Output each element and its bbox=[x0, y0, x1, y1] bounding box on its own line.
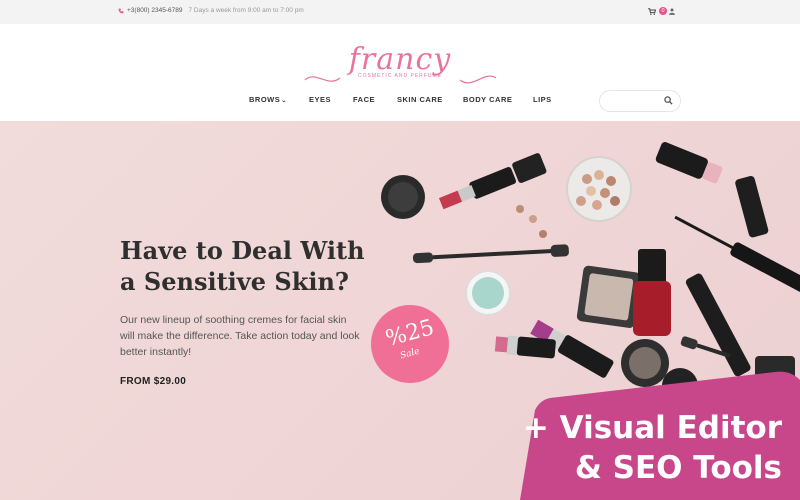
eyeliner-icon bbox=[685, 273, 751, 377]
pearl-icon bbox=[529, 215, 537, 223]
phone-number[interactable]: +3(800) 2345-6789 bbox=[127, 7, 182, 14]
nav-item-lips[interactable]: LIPS bbox=[533, 95, 552, 104]
search-icon[interactable] bbox=[664, 96, 673, 105]
site-logo[interactable]: francy COSMETIC AND PERFUME bbox=[300, 42, 500, 84]
phone-icon bbox=[118, 8, 124, 13]
cart-icon bbox=[648, 7, 656, 15]
nav-item-eyes[interactable]: EYES bbox=[309, 95, 331, 104]
nav-item-body-care[interactable]: BODY CARE bbox=[463, 95, 512, 104]
lip-gloss-icon bbox=[655, 142, 723, 184]
concealer-icon bbox=[735, 176, 769, 238]
nav-item-brows[interactable]: BROWS⌄ bbox=[249, 95, 287, 104]
site-header: francy COSMETIC AND PERFUME BROWS⌄ EYES … bbox=[0, 24, 800, 121]
user-icon[interactable] bbox=[669, 8, 675, 15]
sale-badge: %25 Sale bbox=[371, 305, 449, 383]
pearl-icon bbox=[516, 205, 524, 213]
search-input[interactable] bbox=[608, 95, 663, 107]
business-hours: 7 Days a week from 9:00 am to 7:00 pm bbox=[188, 7, 304, 14]
nav-item-face[interactable]: FACE bbox=[353, 95, 375, 104]
powder-pearls-icon bbox=[566, 156, 632, 222]
hero-description: Our new lineup of soothing cremes for fa… bbox=[120, 314, 360, 358]
promo-line-1: + Visual Editor bbox=[522, 410, 782, 446]
nav-item-skin-care[interactable]: SKIN CARE bbox=[397, 95, 443, 104]
top-bar: +3(800) 2345-6789 7 Days a week from 9:0… bbox=[0, 0, 800, 24]
promo-banner: + Visual Editor & SEO Tools bbox=[520, 370, 800, 500]
chevron-down-icon: ⌄ bbox=[281, 98, 287, 104]
nail-polish-icon bbox=[633, 249, 671, 336]
hero-price: FROM $29.00 bbox=[120, 376, 187, 387]
logo-swirl-icon bbox=[304, 75, 497, 84]
contact-info: +3(800) 2345-6789 7 Days a week from 9:0… bbox=[118, 7, 304, 14]
cart-button[interactable]: 0 bbox=[648, 7, 667, 15]
search-box bbox=[599, 90, 681, 112]
mint-eyeshadow-icon bbox=[465, 270, 511, 316]
beige-compact-icon bbox=[576, 265, 641, 328]
eyeshadow-compact-icon bbox=[381, 175, 425, 219]
applicator-icon bbox=[412, 244, 569, 264]
lipstick-icon bbox=[438, 153, 547, 210]
cart-count-badge: 0 bbox=[659, 7, 667, 15]
pearl-icon bbox=[539, 230, 547, 238]
promo-line-2: & SEO Tools bbox=[574, 450, 782, 486]
hero-title: Have to Deal With a Sensitive Skin? bbox=[120, 236, 365, 296]
